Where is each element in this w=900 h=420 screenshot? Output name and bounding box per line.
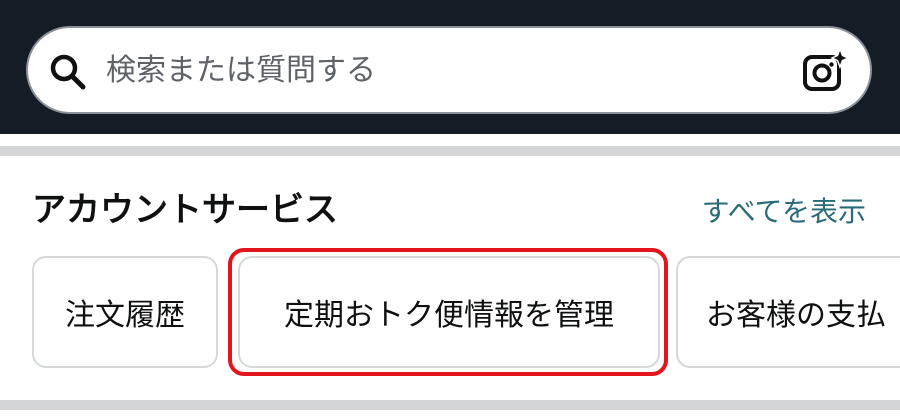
search-bar[interactable] <box>26 26 872 114</box>
chip-order-history[interactable]: 注文履歴 <box>32 256 218 368</box>
section-divider <box>0 400 900 410</box>
search-icon[interactable] <box>48 52 88 92</box>
section-divider <box>0 146 900 156</box>
chip-subscribe-save[interactable]: 定期おトク便情報を管理 <box>238 256 660 368</box>
chip-label: 注文履歴 <box>65 298 185 333</box>
see-all-link[interactable]: すべてを表示 <box>702 190 866 230</box>
chip-label: 定期おトク便情報を管理 <box>284 298 614 333</box>
search-input[interactable] <box>106 44 796 96</box>
section-title: アカウントサービス <box>32 190 338 230</box>
top-header <box>0 0 900 134</box>
camera-sparkle-icon[interactable] <box>802 48 848 94</box>
chip-payment[interactable]: お客様の支払 <box>676 256 900 368</box>
chip-label: お客様の支払 <box>706 298 886 333</box>
